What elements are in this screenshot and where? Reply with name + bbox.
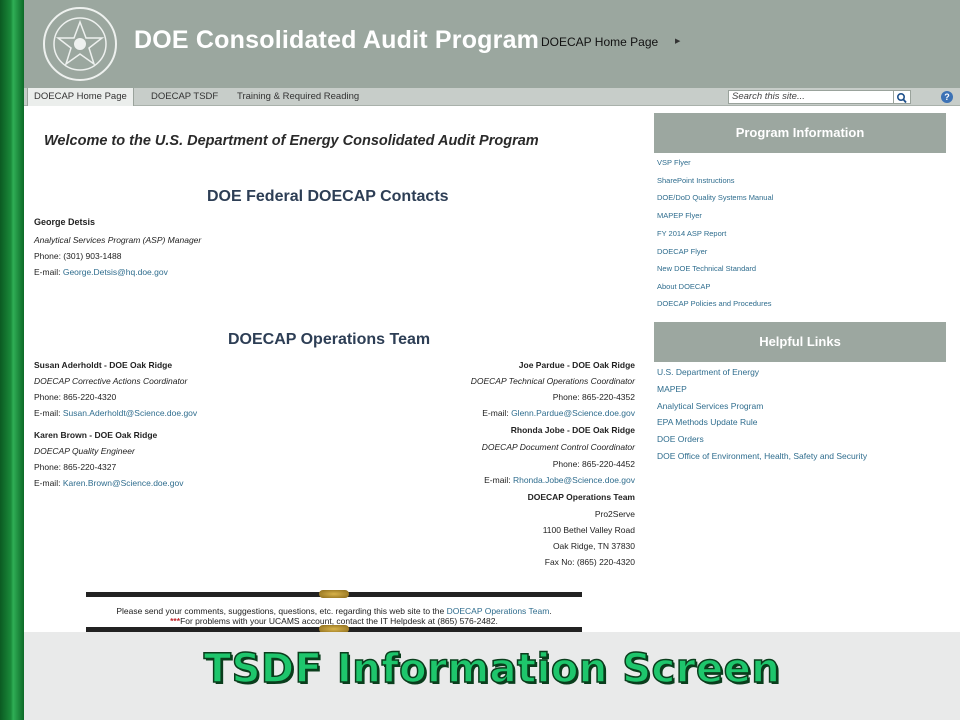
contact-email-link[interactable]: Karen.Brown@Science.doe.gov [63,478,184,488]
slide-caption: TSDF Information Screen [203,645,781,693]
helpful-links-header: Helpful Links [654,322,946,362]
footer-comments: Please send your comments, suggestions, … [86,606,582,616]
helpful-link[interactable]: Analytical Services Program [657,401,763,411]
site-title[interactable]: DOE Consolidated Audit Program [134,26,539,55]
contact-email-row: E-mail: Glenn.Pardue@Science.doe.gov [482,408,635,418]
search-icon [896,92,907,104]
email-label: E-mail: [34,267,61,277]
contact-title: DOECAP Document Control Coordinator [481,442,635,452]
program-link[interactable]: About DOECAP [657,282,710,291]
contact-name: Joe Pardue - DOE Oak Ridge [518,360,635,370]
contact-email-row: E-mail: Susan.Aderholdt@Science.doe.gov [34,408,197,418]
email-label: E-mail: [482,408,509,418]
home-breadcrumb[interactable]: DOECAP Home Page [541,35,658,49]
contact-phone: Phone: 865-220-4327 [34,462,117,472]
helpful-link[interactable]: DOE Orders [657,434,704,444]
contact-title: DOECAP Corrective Actions Coordinator [34,376,188,386]
program-link[interactable]: DOE/DoD Quality Systems Manual [657,193,773,202]
contact-phone: Phone: 865-220-4452 [552,459,635,469]
program-link[interactable]: SharePoint Instructions [657,176,735,185]
email-label: E-mail: [484,475,511,485]
contact-title: DOECAP Quality Engineer [34,446,135,456]
footer-comments-text: Please send your comments, suggestions, … [116,606,445,616]
helpful-link[interactable]: EPA Methods Update Rule [657,417,758,427]
footer-ornament [319,625,349,632]
program-link[interactable]: VSP Flyer [657,158,691,167]
program-link[interactable]: DOECAP Policies and Procedures [657,299,772,308]
ops-team-company: Pro2Serve [594,509,635,519]
contact-email-link[interactable]: Glenn.Pardue@Science.doe.gov [511,408,635,418]
footer-ornament [319,590,349,598]
contact-email-link[interactable]: Susan.Aderholdt@Science.doe.gov [63,408,197,418]
ops-team-street: 1100 Bethel Valley Road [542,525,635,535]
contact-email-row: E-mail: Rhonda.Jobe@Science.doe.gov [484,475,635,485]
program-link[interactable]: New DOE Technical Standard [657,264,756,273]
federal-contact-phone: Phone: (301) 903-1488 [34,251,122,261]
ops-team-address-name: DOECAP Operations Team [527,492,635,502]
ops-team-city: Oak Ridge, TN 37830 [552,541,635,551]
footer-period: . [549,606,552,616]
help-icon[interactable]: ? [941,91,953,103]
email-label: E-mail: [34,478,61,488]
federal-contact-email-row: E-mail: George.Detsis@hq.doe.gov [34,267,168,277]
footer-stars: *** [170,616,181,626]
program-link[interactable]: DOECAP Flyer [657,247,707,256]
operations-team-heading: DOECAP Operations Team [228,331,431,348]
contact-phone: Phone: 865-220-4352 [552,392,635,402]
program-link[interactable]: FY 2014 ASP Report [657,229,726,238]
tab-doecap-tsdf[interactable]: DOECAP TSDF [145,88,224,106]
browser-screenshot: DOE Consolidated Audit Program DOECAP Ho… [24,0,960,632]
helpful-link[interactable]: DOE Office of Environment, Health, Safet… [657,451,867,461]
search-input[interactable]: Search this site... [728,90,894,104]
federal-contact-name: George Detsis [34,217,96,227]
site-header: DOE Consolidated Audit Program DOECAP Ho… [24,0,960,88]
federal-contacts-heading: DOE Federal DOECAP Contacts [207,188,449,205]
program-information-header: Program Information [654,113,946,153]
federal-contact-email-link[interactable]: George.Detsis@hq.doe.gov [63,267,168,277]
top-navigation: DOECAP Home Page DOECAP TSDF Training & … [24,88,960,106]
doe-seal-icon[interactable] [42,6,118,82]
operations-team-link[interactable]: DOECAP Operations Team [447,606,550,616]
federal-contact-title: Analytical Services Program (ASP) Manage… [34,235,202,245]
email-label: E-mail: [34,408,61,418]
contact-name: Rhonda Jobe - DOE Oak Ridge [510,425,635,435]
contact-email-link[interactable]: Rhonda.Jobe@Science.doe.gov [513,475,635,485]
contact-name: Karen Brown - DOE Oak Ridge [34,430,158,440]
contact-title: DOECAP Technical Operations Coordinator [470,376,635,386]
helpful-link[interactable]: MAPEP [657,384,687,394]
program-link[interactable]: MAPEP Flyer [657,211,702,220]
left-accent-bar [0,0,24,720]
welcome-heading: Welcome to the U.S. Department of Energy… [44,133,539,149]
tab-training[interactable]: Training & Required Reading [231,88,365,106]
breadcrumb-arrow-icon: ▶ [675,38,681,45]
contact-phone: Phone: 865-220-4320 [34,392,117,402]
contact-name: Susan Aderholdt - DOE Oak Ridge [34,360,173,370]
helpful-link[interactable]: U.S. Department of Energy [657,367,759,377]
contact-email-row: E-mail: Karen.Brown@Science.doe.gov [34,478,183,488]
ops-team-fax: Fax No: (865) 220-4320 [544,557,635,567]
search-button[interactable] [893,90,911,104]
tab-doecap-home[interactable]: DOECAP Home Page [27,88,134,106]
